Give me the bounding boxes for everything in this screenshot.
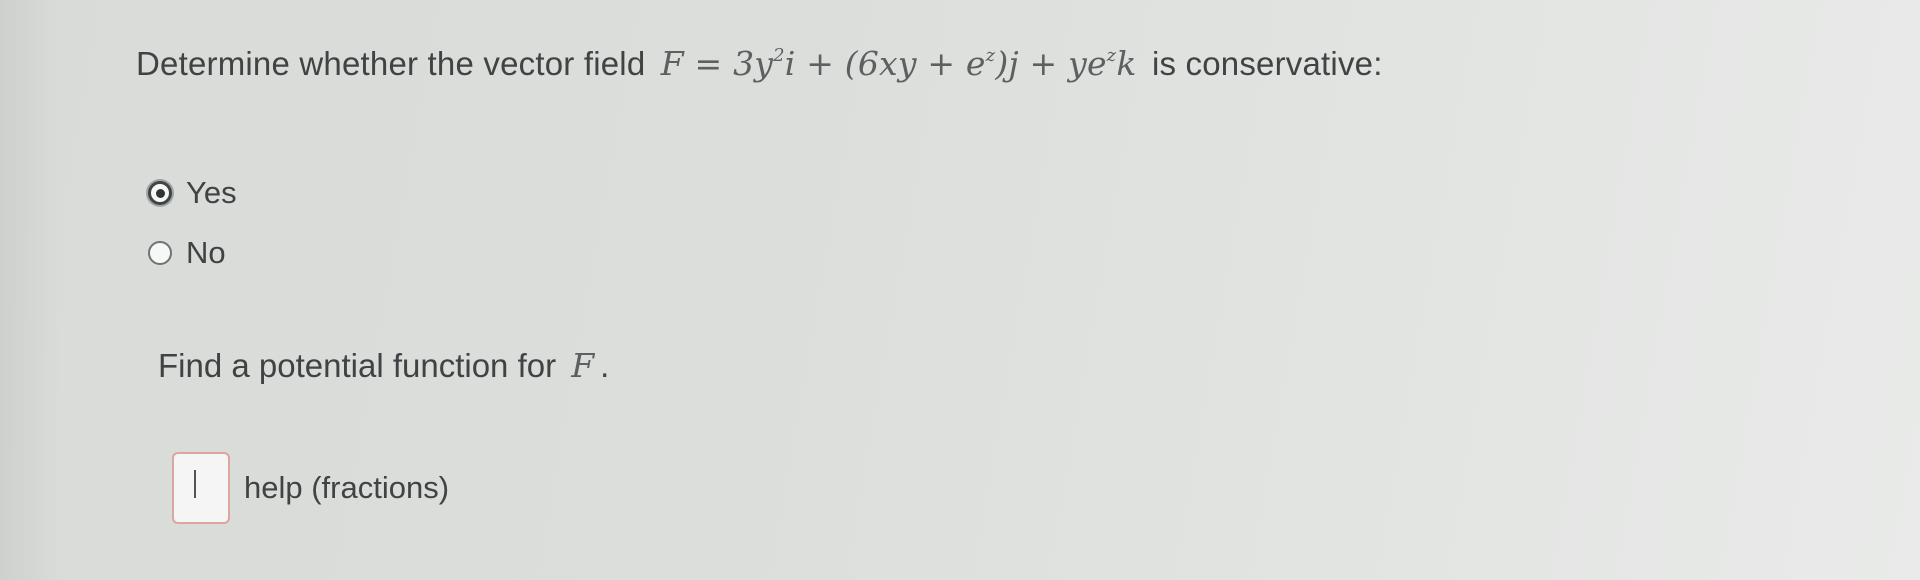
potential-symbol: F (571, 346, 595, 385)
formula-term-4: k (1116, 44, 1137, 83)
potential-suffix: . (600, 347, 610, 384)
formula-sup-2: z (985, 45, 996, 66)
formula-sup-3: z (1106, 45, 1117, 66)
vector-field-formula: F = 3y2i + (6xy + ez)j + yezk (661, 44, 1137, 83)
option-no[interactable]: No (148, 230, 237, 276)
radio-selected-dot (155, 188, 165, 198)
potential-prefix: Find a potential function for (158, 347, 557, 384)
option-yes-label: Yes (186, 175, 237, 210)
question-text: Determine whether the vector field F = 3… (136, 44, 1383, 83)
option-no-label: No (186, 235, 226, 270)
radio-yes-selected[interactable] (148, 181, 172, 205)
help-fractions-link[interactable]: help (fractions) (244, 470, 449, 506)
left-shadow (0, 0, 60, 580)
formula-eq: = (683, 44, 734, 83)
formula-term-1: 3y (733, 44, 774, 83)
answer-row: help (fractions) (172, 452, 449, 524)
formula-term-2: i + (6xy + e (784, 44, 986, 83)
text-caret (194, 470, 196, 498)
option-yes[interactable]: Yes (148, 170, 237, 216)
question-suffix: is conservative: (1151, 45, 1383, 82)
potential-answer-input[interactable] (172, 452, 230, 524)
question-prefix: Determine whether the vector field (136, 45, 646, 82)
conservative-options: Yes No (148, 170, 237, 290)
potential-function-prompt: Find a potential function for F. (158, 346, 609, 385)
formula-lhs: F (660, 44, 684, 83)
radio-no[interactable] (148, 241, 172, 265)
formula-term-3: )j + ye (995, 44, 1107, 83)
formula-sup-1: 2 (773, 45, 785, 66)
